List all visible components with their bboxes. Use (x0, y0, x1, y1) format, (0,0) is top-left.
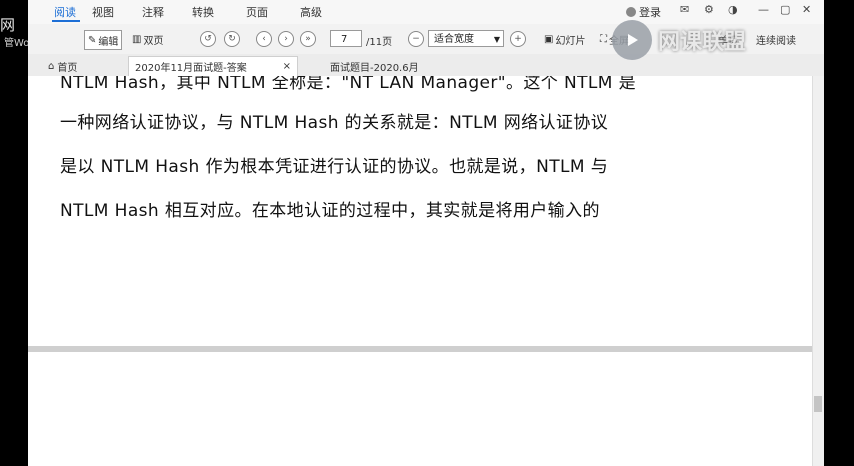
user-icon (626, 7, 636, 17)
fullscreen-icon: ⛶ (600, 33, 607, 45)
scrollbar-thumb[interactable] (814, 396, 822, 412)
paragraph-line: 一种网络认证协议，与 NTLM Hash 的关系就是：NTLM 网络认证协议 (60, 113, 609, 133)
rotate-right-icon: ↻ (224, 31, 240, 47)
skin-icon[interactable]: ◑ (728, 3, 738, 16)
right-black-border (824, 0, 854, 466)
menu-advanced[interactable]: 高级 (300, 4, 322, 20)
menu-convert[interactable]: 转换 (192, 4, 214, 20)
edit-button[interactable]: ✎ 编辑 (84, 30, 123, 50)
minus-icon: − (408, 31, 424, 47)
chevron-right-icon: › (278, 31, 294, 47)
home-icon: ⌂ (48, 60, 55, 72)
pdf-reader-window: 阅读 视图 注释 转换 页面 高级 登录 ✉ ⚙ ◑ — ▢ ✕ ✎ 编辑 ▥ … (28, 0, 824, 466)
slideshow-icon: ▣ (544, 33, 554, 45)
close-icon[interactable]: ✕ (802, 3, 811, 16)
zoom-in-button[interactable]: + (510, 30, 526, 48)
paragraph-line: NTLM Hash 相互对应。在本地认证的过程中，其实就是将用户输入的 (60, 201, 600, 221)
plus-icon: + (510, 31, 526, 47)
login-button[interactable]: 登录 (626, 4, 661, 20)
page-total-label: /11页 (366, 37, 393, 48)
minimize-icon[interactable]: — (758, 3, 769, 16)
last-page-button[interactable]: » (300, 30, 316, 48)
close-tab-icon[interactable]: × (283, 61, 291, 72)
rotate-left-button[interactable]: ↺ (200, 30, 216, 48)
document-page-next (28, 352, 812, 466)
continuous-read-button[interactable]: 连续阅读 (756, 30, 796, 48)
settings-icon[interactable]: ⚙ (704, 3, 714, 16)
mail-icon[interactable]: ✉ (680, 3, 689, 16)
rotate-left-icon: ↺ (200, 31, 216, 47)
watermark-text-left: 网 (0, 16, 17, 34)
play-logo-icon (612, 20, 652, 60)
brand-name: 网课联盟 (658, 30, 747, 55)
active-menu-indicator (52, 20, 80, 22)
chevron-end-icon: » (300, 31, 316, 47)
double-page-icon: ▥ (132, 33, 142, 45)
menu-annotate[interactable]: 注释 (142, 4, 164, 20)
paragraph-line: NTLM Hash，其中 NTLM 全称是："NT LAN Manager"。这… (60, 76, 637, 93)
tab-answers[interactable]: 2020年11月面试题-答案 × (128, 56, 298, 76)
chevron-down-icon: ▼ (493, 35, 500, 44)
tab-home[interactable]: ⌂ 首页 (42, 56, 83, 76)
menu-view[interactable]: 视图 (92, 4, 114, 20)
page-view-button[interactable]: ▥ 双页 (132, 30, 163, 48)
edit-icon: ✎ (88, 34, 97, 46)
page-number-input[interactable]: 7 (330, 30, 362, 47)
zoom-select[interactable]: 适合宽度 ▼ (428, 30, 504, 47)
menu-page[interactable]: 页面 (246, 4, 268, 20)
menu-read[interactable]: 阅读 (54, 4, 76, 20)
rotate-right-button[interactable]: ↻ (224, 30, 240, 48)
tab-questions[interactable]: 面试题目-2020.6月 (324, 56, 425, 76)
paragraph-line: 是以 NTLM Hash 作为根本凭证进行认证的协议。也就是说，NTLM 与 (60, 157, 609, 177)
restore-icon[interactable]: ▢ (780, 3, 790, 16)
slideshow-button[interactable]: ▣ 幻灯片 (544, 30, 585, 48)
brand-watermark: 网课联盟 (612, 20, 746, 60)
zoom-out-button[interactable]: − (408, 30, 424, 48)
next-page-button[interactable]: › (278, 30, 294, 48)
document-page: NTLM Hash，其中 NTLM 全称是："NT LAN Manager"。这… (28, 76, 812, 347)
chevron-left-icon: ‹ (256, 31, 272, 47)
document-area: NTLM Hash，其中 NTLM 全称是："NT LAN Manager"。这… (28, 76, 812, 466)
prev-page-button[interactable]: ‹ (256, 30, 272, 48)
